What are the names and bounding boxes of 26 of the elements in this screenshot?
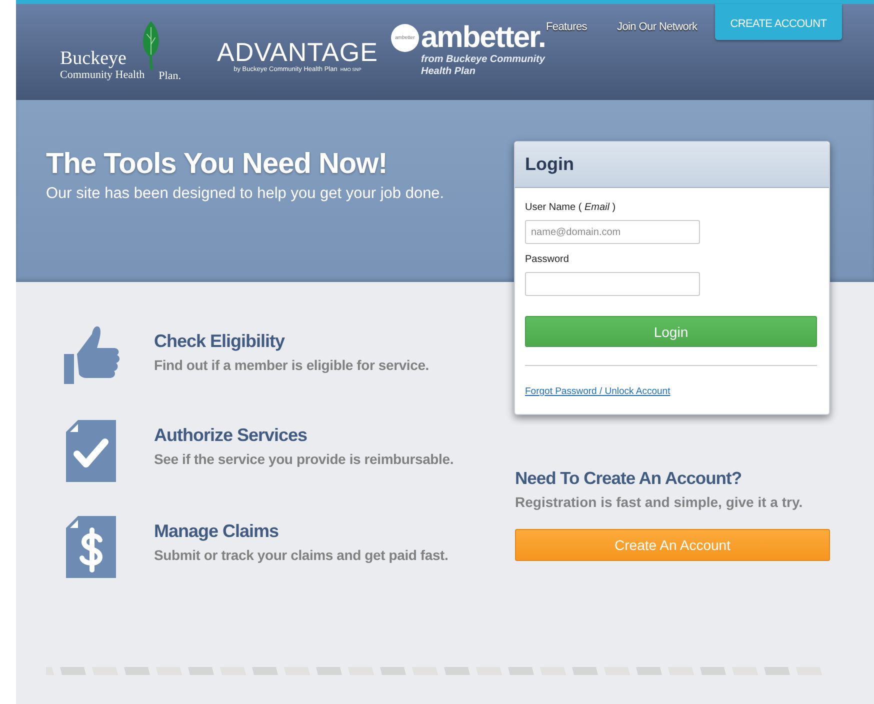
logo-name: Buckeye xyxy=(60,49,128,69)
check-document-icon xyxy=(64,418,118,484)
feature-description: See if the service you provide is reimbursable. xyxy=(154,451,454,467)
feature-description: Submit or track your claims and get paid fast. xyxy=(154,547,448,563)
login-title: Login xyxy=(525,154,574,175)
login-button[interactable]: Login xyxy=(525,316,817,347)
logo-name: ADVANTAGE xyxy=(216,38,378,66)
logo-suffix: Plan. xyxy=(158,70,181,82)
logo-subtitle: Community Health xyxy=(60,69,145,82)
password-field[interactable] xyxy=(525,272,700,296)
feature-title: Check Eligibility xyxy=(154,331,286,352)
hero-subtitle: Our site has been designed to help you get your job done. xyxy=(46,185,446,203)
dollar-document-icon xyxy=(64,514,118,580)
username-field[interactable]: name@domain.com xyxy=(525,220,700,244)
feature-description: Find out if a member is eligible for service. xyxy=(154,357,429,373)
create-account-button[interactable]: CREATE ACCOUNT xyxy=(715,4,842,40)
hero-title: The Tools You Need Now! xyxy=(46,147,388,181)
password-label: Password xyxy=(525,254,570,265)
logo-subtitle: from Buckeye Community Health Plan xyxy=(421,54,546,78)
feature-title: Authorize Services xyxy=(154,425,308,446)
username-label: User Name ( Email ) xyxy=(525,202,617,213)
forgot-password-link[interactable]: Forgot Password / Unlock Account xyxy=(525,386,670,397)
feature-title: Manage Claims xyxy=(154,521,280,542)
nav-link[interactable]: Join Our Network xyxy=(613,18,702,36)
signup-text: Registration is fast and simple, give it a try. xyxy=(515,494,804,510)
signup-title: Need To Create An Account? xyxy=(515,468,743,489)
